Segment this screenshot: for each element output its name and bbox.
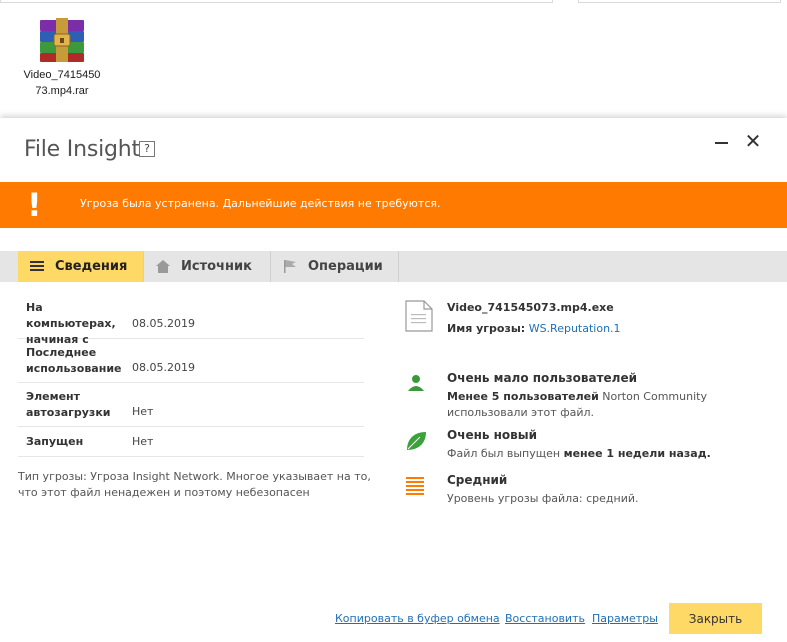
flag-icon (284, 260, 296, 273)
close-icon[interactable]: ✕ (742, 130, 764, 152)
tab-label: Источник (181, 259, 252, 274)
info-description: Уровень угрозы файла: средний. (447, 492, 639, 505)
threat-label: Имя угрозы: (447, 322, 526, 335)
table-row: На компьютерах, начиная с 08.05.2019 (18, 296, 364, 346)
info-text: использовали этот файл. (447, 406, 595, 419)
info-bold: Менее 5 пользователей (447, 390, 599, 403)
threat-note: Тип угрозы: Угроза Insight Network. Мног… (18, 470, 371, 499)
explorer-background: Video_741545073.mp4.rar (0, 0, 787, 118)
file-name: Video_741545073.mp4.exe (447, 301, 614, 314)
detail-value: Нет (132, 405, 154, 418)
list-icon (30, 261, 44, 271)
tab-label: Сведения (55, 259, 128, 274)
details-table: На компьютерах, начиная с 08.05.2019 Пос… (18, 296, 364, 457)
settings-link[interactable]: Параметры (592, 612, 658, 625)
warning-icon: ! (27, 186, 42, 224)
detail-value: 08.05.2019 (132, 317, 195, 330)
info-text: Файл был выпущен (447, 447, 564, 460)
table-row: Запущен Нет (18, 427, 364, 457)
restore-link[interactable]: Восстановить (505, 612, 585, 625)
level-icon (406, 477, 424, 495)
document-icon (405, 300, 433, 332)
detail-key: Запущен (26, 435, 84, 448)
help-button[interactable]: ? (139, 141, 155, 157)
file-label[interactable]: Video_741545073.mp4.rar (22, 67, 102, 99)
status-banner: ! Угроза была устранена. Дальнейшие дейс… (0, 182, 787, 228)
copy-to-clipboard-link[interactable]: Копировать в буфер обмена (335, 612, 500, 625)
detail-key: Последнее использование (26, 346, 122, 375)
detail-value: Нет (132, 435, 154, 448)
threat-name-line: Имя угрозы: WS.Reputation.1 (447, 322, 621, 335)
tab-label: Операции (308, 259, 383, 274)
table-row: Элемент автозагрузки Нет (18, 383, 364, 427)
leaf-icon (407, 432, 426, 450)
info-heading: Средний (447, 473, 508, 487)
file-insight-dialog: File Insight ? ✕ ! Угроза была устранена… (0, 118, 787, 642)
detail-value: 08.05.2019 (132, 361, 195, 374)
winrar-archive-icon[interactable] (37, 16, 87, 64)
detail-key: Элемент автозагрузки (26, 390, 111, 419)
close-button[interactable]: Закрыть (669, 603, 762, 634)
info-heading: Очень мало пользователей (447, 371, 638, 385)
info-description: Менее 5 пользователей Norton Community и… (447, 389, 707, 421)
info-heading: Очень новый (447, 428, 538, 442)
banner-text: Угроза была устранена. Дальнейшие действ… (80, 197, 441, 210)
address-bar[interactable] (0, 0, 553, 3)
search-box[interactable] (578, 0, 781, 3)
dialog-title: File Insight (24, 137, 140, 162)
tab-details[interactable]: Сведения (18, 251, 143, 282)
tab-operations[interactable]: Операции (271, 251, 398, 282)
info-bold: менее 1 недели назад. (563, 447, 711, 460)
info-text: Norton Community (598, 390, 707, 403)
tab-bar: Сведения Источник Операции (0, 251, 787, 282)
table-row: Последнее использование 08.05.2019 (18, 339, 364, 383)
home-icon (156, 260, 170, 273)
info-description: Файл был выпущен менее 1 недели назад. (447, 446, 711, 462)
user-icon (408, 375, 424, 391)
tab-source[interactable]: Источник (144, 251, 270, 282)
minimize-button[interactable] (712, 132, 732, 152)
threat-name-link[interactable]: WS.Reputation.1 (529, 322, 621, 335)
